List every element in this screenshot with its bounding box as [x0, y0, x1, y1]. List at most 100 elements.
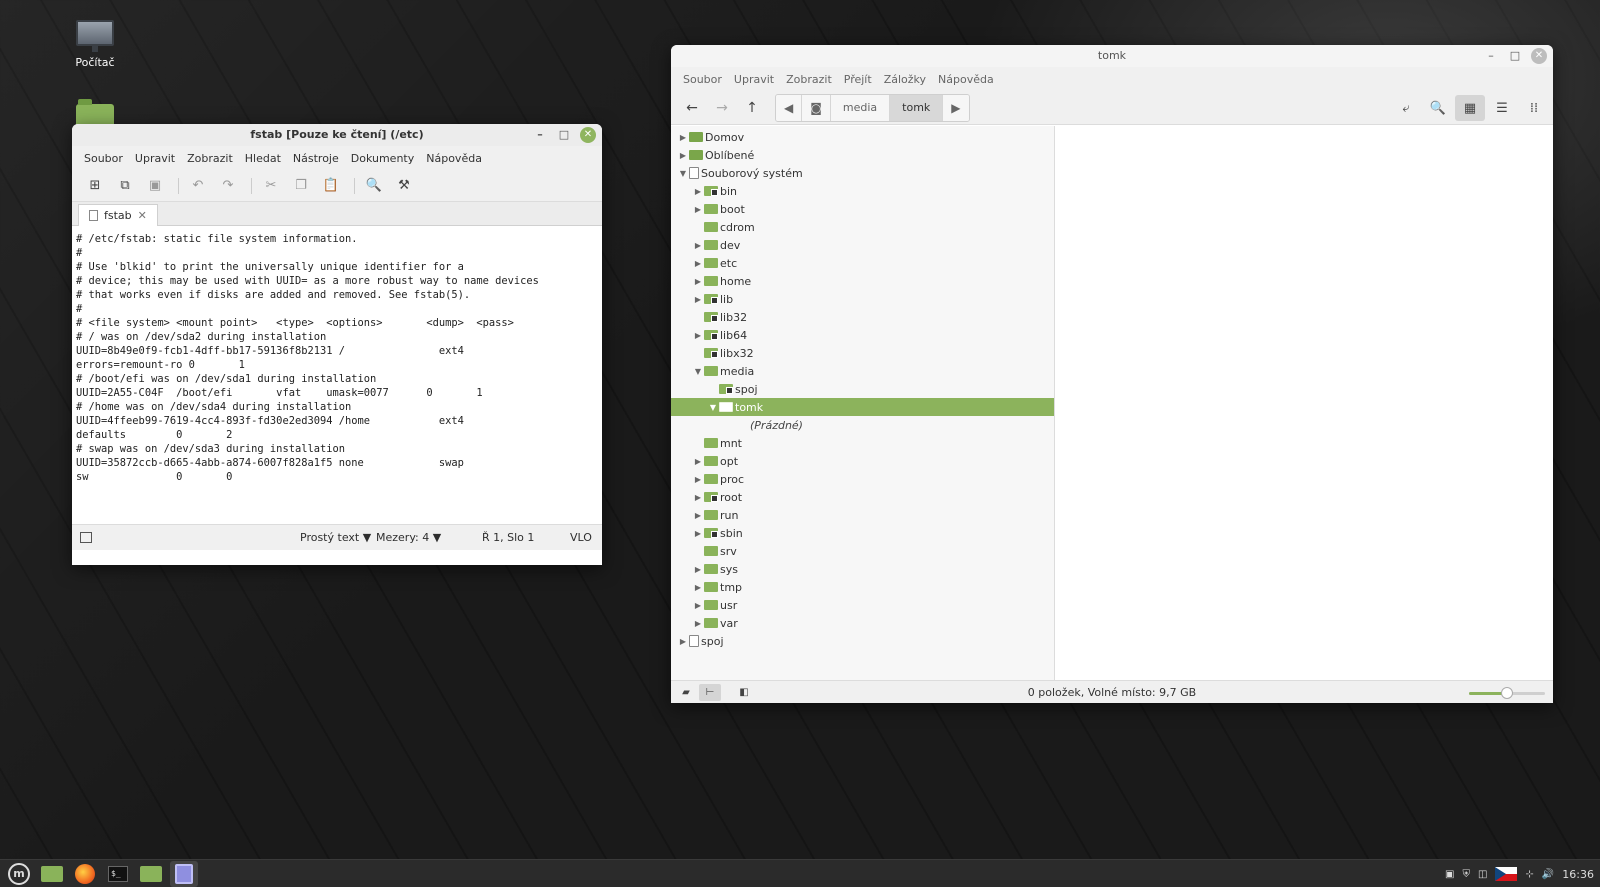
taskbar-files[interactable]: [38, 861, 66, 887]
menu-zobrazit[interactable]: Zobrazit: [181, 152, 239, 165]
tree-item[interactable]: ▶ root: [671, 488, 1054, 506]
collapsed-arrow-icon[interactable]: ▶: [692, 457, 704, 466]
search-icon[interactable]: 🔍: [361, 174, 387, 198]
collapsed-arrow-icon[interactable]: ▶: [677, 151, 689, 160]
copy-icon[interactable]: ❐: [288, 174, 314, 198]
collapsed-arrow-icon[interactable]: ▶: [692, 475, 704, 484]
tree-item[interactable]: ▼ tomk: [671, 398, 1054, 416]
list-view-icon[interactable]: ☰: [1487, 95, 1517, 121]
collapsed-arrow-icon[interactable]: ▶: [692, 529, 704, 538]
expanded-arrow-icon[interactable]: ▼: [692, 367, 704, 376]
tree-item[interactable]: ▼ Souborový systém: [671, 164, 1054, 182]
search-icon[interactable]: 🔍: [1423, 95, 1453, 121]
menu-upravit[interactable]: Upravit: [728, 73, 780, 86]
breadcrumb-tomk[interactable]: tomk: [890, 94, 944, 121]
clock[interactable]: 16:36: [1562, 868, 1594, 881]
drive-icon[interactable]: ◙: [802, 94, 831, 121]
tree-item[interactable]: ▶ dev: [671, 236, 1054, 254]
compact-view-icon[interactable]: ⁞⁞: [1519, 95, 1549, 121]
breadcrumb-left-icon[interactable]: ◀: [776, 94, 803, 121]
zoom-slider[interactable]: [1469, 687, 1545, 699]
collapsed-arrow-icon[interactable]: ▶: [677, 133, 689, 142]
collapsed-arrow-icon[interactable]: ▶: [692, 241, 704, 250]
taskbar-terminal[interactable]: $_: [104, 861, 132, 887]
mint-menu-button[interactable]: m: [5, 861, 33, 887]
forward-arrow-icon[interactable]: →: [707, 95, 737, 121]
tree-item[interactable]: ▼ media: [671, 362, 1054, 380]
shield-icon[interactable]: ⛨: [1463, 869, 1471, 880]
collapsed-arrow-icon[interactable]: ▶: [692, 619, 704, 628]
tree-item[interactable]: ▶ home: [671, 272, 1054, 290]
tree-item[interactable]: ▶ lib: [671, 290, 1054, 308]
keyboard-layout-flag-icon[interactable]: [1495, 867, 1518, 881]
new-document-icon[interactable]: ⊞: [82, 174, 108, 198]
tree-item[interactable]: srv: [671, 542, 1054, 560]
zoom-slider-knob[interactable]: [1501, 687, 1513, 699]
redo-icon[interactable]: ↷: [215, 174, 241, 198]
tree-item[interactable]: ▶ tmp: [671, 578, 1054, 596]
update-icon[interactable]: ◫: [1478, 869, 1487, 880]
menu-nastroje[interactable]: Nástroje: [287, 152, 345, 165]
collapsed-arrow-icon[interactable]: ▶: [692, 493, 704, 502]
tree-item[interactable]: ▶ var: [671, 614, 1054, 632]
collapsed-arrow-icon[interactable]: ▶: [692, 259, 704, 268]
tree-item[interactable]: ▶ sbin: [671, 524, 1054, 542]
menu-dokumenty[interactable]: Dokumenty: [345, 152, 420, 165]
taskbar-folder-window[interactable]: [137, 861, 165, 887]
tree-item[interactable]: ▶ bin: [671, 182, 1054, 200]
open-icon[interactable]: ⧉: [112, 174, 138, 198]
tree-item[interactable]: ▶ lib64: [671, 326, 1054, 344]
desktop-icon-computer[interactable]: Počítač: [60, 20, 130, 69]
replace-icon[interactable]: ⚒: [391, 174, 417, 198]
tab-close-icon[interactable]: ✕: [138, 209, 147, 222]
tree-item[interactable]: libx32: [671, 344, 1054, 362]
close-button[interactable]: ✕: [1531, 48, 1547, 64]
expanded-arrow-icon[interactable]: ▼: [707, 403, 719, 412]
cut-icon[interactable]: ✂: [258, 174, 284, 198]
menu-soubor[interactable]: Soubor: [677, 73, 728, 86]
collapsed-arrow-icon[interactable]: ▶: [692, 583, 704, 592]
paste-icon[interactable]: 📋: [318, 174, 344, 198]
collapsed-arrow-icon[interactable]: ▶: [692, 187, 704, 196]
icon-view-icon[interactable]: ▦: [1455, 95, 1485, 121]
collapsed-arrow-icon[interactable]: ▶: [677, 637, 689, 646]
minimize-button[interactable]: –: [532, 127, 548, 143]
tab-fstab[interactable]: fstab ✕: [78, 204, 158, 226]
collapsed-arrow-icon[interactable]: ▶: [692, 601, 704, 610]
save-icon[interactable]: ▣: [142, 174, 168, 198]
tree-item[interactable]: ▶ opt: [671, 452, 1054, 470]
tree-item[interactable]: mnt: [671, 434, 1054, 452]
tree-item[interactable]: lib32: [671, 308, 1054, 326]
back-arrow-icon[interactable]: ←: [677, 95, 707, 121]
minimize-button[interactable]: –: [1483, 48, 1499, 64]
menu-napoveda[interactable]: Nápověda: [932, 73, 1000, 86]
maximize-button[interactable]: □: [556, 127, 572, 143]
tree-item[interactable]: ▶ Domov: [671, 128, 1054, 146]
menu-zalozky[interactable]: Záložky: [878, 73, 932, 86]
tree-item[interactable]: ▶ boot: [671, 200, 1054, 218]
taskbar-firefox[interactable]: [71, 861, 99, 887]
tree-item[interactable]: ▶ proc: [671, 470, 1054, 488]
tab-width-selector[interactable]: Mezery: 4 ▼: [376, 531, 441, 544]
menu-upravit[interactable]: Upravit: [129, 152, 181, 165]
tree-item[interactable]: ▶ etc: [671, 254, 1054, 272]
taskbar-text-editor[interactable]: [170, 860, 198, 887]
syntax-selector[interactable]: Prostý text ▼: [300, 531, 371, 544]
collapsed-arrow-icon[interactable]: ▶: [692, 295, 704, 304]
tree-item[interactable]: (Prázdné): [671, 416, 1054, 434]
editor-text-area[interactable]: # /etc/fstab: static file system informa…: [72, 226, 602, 524]
tree-item[interactable]: spoj: [671, 380, 1054, 398]
menu-napoveda[interactable]: Nápověda: [420, 152, 488, 165]
tree-item[interactable]: ▶ sys: [671, 560, 1054, 578]
file-view-area[interactable]: [1055, 126, 1553, 680]
collapsed-arrow-icon[interactable]: ▶: [692, 565, 704, 574]
side-panel-toggle-icon[interactable]: [80, 532, 92, 543]
tree-item[interactable]: ▶ spoj: [671, 632, 1054, 650]
tree-item[interactable]: ▶ usr: [671, 596, 1054, 614]
clipboard-icon[interactable]: ▣: [1445, 869, 1454, 880]
tree-item[interactable]: ▶ Oblíbené: [671, 146, 1054, 164]
editor-titlebar[interactable]: fstab [Pouze ke čtení] (/etc) – □ ✕: [72, 124, 602, 146]
menu-zobrazit[interactable]: Zobrazit: [780, 73, 838, 86]
tree-item[interactable]: cdrom: [671, 218, 1054, 236]
breadcrumb-media[interactable]: media: [830, 94, 891, 121]
